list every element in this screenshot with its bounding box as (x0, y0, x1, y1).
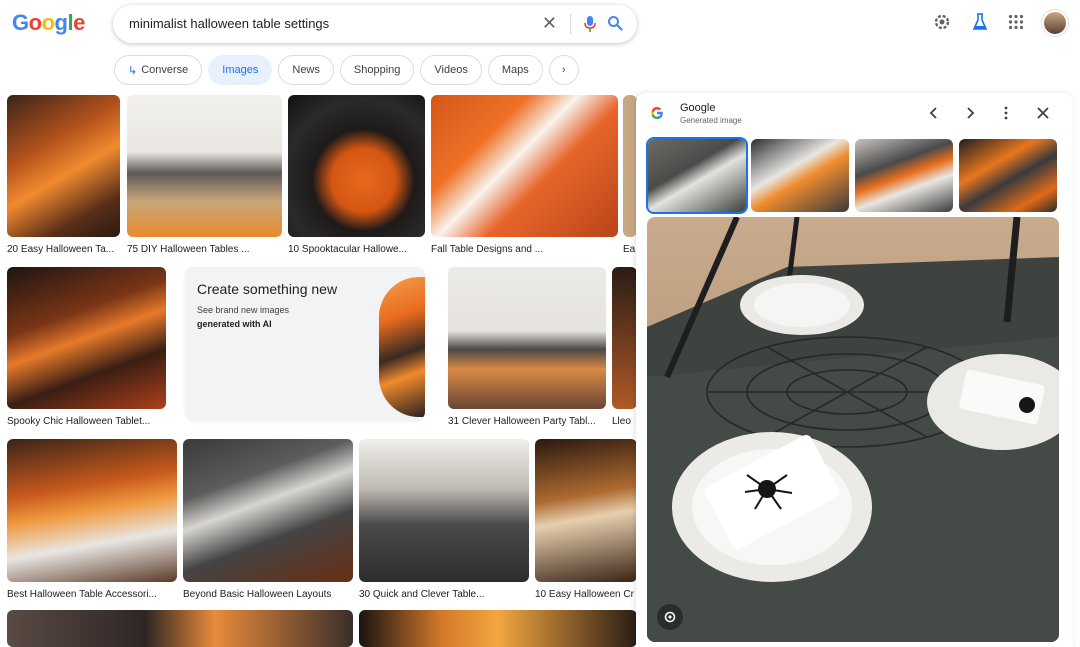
converse-arrow-icon: ↳ (128, 64, 138, 77)
panel-source-subtitle: Generated image (680, 116, 742, 125)
chevron-right-icon: › (561, 64, 566, 76)
generated-art-preview (379, 277, 425, 417)
apps-grid-icon[interactable] (1006, 12, 1026, 32)
result-caption[interactable]: Spooky Chic Halloween Tablet... (7, 416, 166, 427)
chevron-left-icon[interactable] (925, 104, 943, 122)
result-caption[interactable]: 31 Clever Halloween Party Tabl... (448, 416, 606, 427)
generated-thumbnail[interactable] (646, 137, 748, 214)
result-caption[interactable]: Lleo (612, 416, 637, 427)
image-result[interactable] (127, 95, 282, 237)
image-result[interactable] (7, 439, 177, 582)
google-g-icon (650, 106, 664, 123)
logo-letter: g (54, 10, 68, 35)
chip-label: Converse (141, 64, 189, 76)
result-caption[interactable]: 10 Easy Halloween Cr (535, 589, 637, 600)
image-result[interactable] (448, 267, 606, 409)
chips-next-button[interactable]: › (548, 55, 579, 85)
result-caption[interactable]: 20 Easy Halloween Ta... (7, 244, 120, 255)
google-logo[interactable]: Google (12, 10, 85, 36)
result-caption[interactable]: Best Halloween Table Accessori... (7, 589, 177, 600)
mic-icon[interactable] (583, 15, 597, 38)
close-icon[interactable] (1034, 104, 1052, 122)
filter-chips: ↳ Converse Images News Shopping Videos M… (114, 55, 579, 85)
result-caption[interactable]: 10 Spooktacular Hallowe... (288, 244, 425, 255)
generated-thumbnail[interactable] (751, 139, 849, 212)
search-icon[interactable] (607, 15, 623, 36)
image-result[interactable] (7, 610, 353, 647)
lens-icon[interactable] (657, 604, 683, 630)
panel-source-title: Google (680, 102, 716, 114)
search-box[interactable]: minimalist halloween table settings ✕ (113, 5, 637, 43)
chevron-right-icon[interactable] (961, 104, 979, 122)
chip-news[interactable]: News (278, 55, 334, 85)
image-result[interactable] (535, 439, 637, 582)
image-result[interactable] (7, 95, 120, 237)
result-caption[interactable]: Beyond Basic Halloween Layouts (183, 589, 353, 600)
image-preview-panel: Google Generated image (636, 93, 1073, 647)
generated-thumbnail[interactable] (959, 139, 1057, 212)
settings-gear-icon[interactable] (932, 12, 952, 32)
create-something-new-card[interactable]: Create something new See brand new image… (185, 267, 425, 420)
chip-videos[interactable]: Videos (420, 55, 482, 85)
chip-converse[interactable]: ↳ Converse (114, 55, 203, 85)
image-result[interactable] (288, 95, 425, 237)
chip-label: Videos (434, 64, 468, 76)
create-card-subtitle: See brand new images (197, 305, 290, 315)
logo-letter: o (28, 10, 42, 35)
result-caption[interactable]: 30 Quick and Clever Table... (359, 589, 529, 600)
image-result[interactable] (431, 95, 618, 237)
result-caption[interactable]: Fall Table Designs and ... (431, 244, 618, 255)
chip-label: News (292, 64, 320, 76)
create-card-title: Create something new (197, 281, 338, 297)
image-result[interactable] (183, 439, 353, 582)
chip-label: Shopping (353, 64, 401, 76)
labs-flask-icon[interactable] (970, 12, 990, 32)
account-avatar[interactable] (1042, 10, 1068, 36)
image-result[interactable] (359, 610, 637, 647)
image-result[interactable] (7, 267, 166, 409)
image-result[interactable] (612, 267, 637, 409)
image-result[interactable] (359, 439, 529, 582)
logo-letter: G (12, 10, 29, 35)
logo-letter: o (41, 10, 55, 35)
generated-thumbnail[interactable] (855, 139, 953, 212)
chip-shopping[interactable]: Shopping (339, 55, 415, 85)
chip-images[interactable]: Images (208, 55, 273, 85)
chip-maps[interactable]: Maps (487, 55, 543, 85)
generated-image-preview[interactable] (647, 217, 1059, 642)
image-result[interactable] (623, 95, 637, 237)
chip-label: Maps (501, 64, 529, 76)
search-input[interactable]: minimalist halloween table settings (129, 16, 329, 31)
more-vert-icon[interactable] (997, 104, 1015, 122)
clear-icon[interactable]: ✕ (542, 13, 557, 33)
result-caption[interactable]: 75 DIY Halloween Tables ... (127, 244, 282, 255)
search-divider (570, 14, 571, 34)
logo-letter: e (73, 10, 85, 35)
result-caption[interactable]: Ea (623, 244, 637, 255)
create-card-subtitle-ai: generated with AI (197, 319, 272, 329)
chip-label: Images (222, 64, 259, 76)
